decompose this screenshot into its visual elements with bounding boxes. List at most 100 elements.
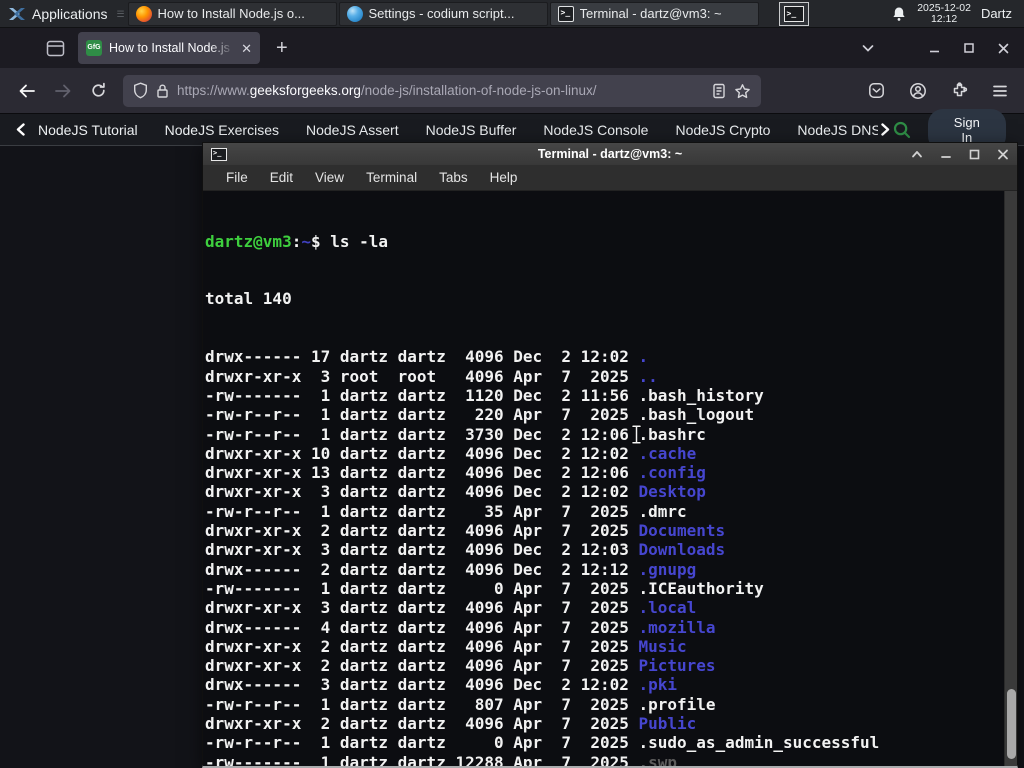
terminal-menu-terminal[interactable]: Terminal — [355, 170, 428, 185]
terminal-window: Terminal - dartz@vm3: ~ FileEditViewTerm… — [202, 142, 1018, 768]
terminal-title-bar[interactable]: Terminal - dartz@vm3: ~ — [203, 143, 1017, 165]
taskbar-window-button[interactable]: Settings - codium script... — [338, 1, 548, 26]
terminal-output[interactable]: dartz@vm3:~$ ls -la total 140 drwx------… — [203, 191, 1017, 766]
file-name: Public — [638, 714, 697, 734]
tracking-protection-shield-icon[interactable] — [133, 82, 148, 99]
typed-command: ls -la — [330, 231, 389, 251]
file-name: .pki — [638, 675, 678, 695]
terminal-menu-bar: File Edit View Terminal Tabs Help — [203, 165, 1017, 191]
url-path: /node-js/installation-of-node-js-on-linu… — [360, 83, 597, 98]
panel-separator-handle: ☰ — [116, 8, 125, 19]
subnav-item[interactable]: NodeJS Exercises — [165, 122, 279, 138]
list-all-tabs-icon[interactable] — [860, 40, 876, 56]
tab-strip-controls — [860, 40, 1024, 56]
terminal-icon — [557, 5, 574, 22]
clock-date: 2025-12-02 — [917, 1, 971, 14]
subnav-item[interactable]: NodeJS Assert — [306, 122, 399, 138]
subnav-item[interactable]: NodeJS Console — [543, 122, 648, 138]
toolbar-extension-area — [868, 82, 1024, 100]
terminal-scrollbar-thumb[interactable] — [1007, 689, 1016, 759]
close-window-icon[interactable] — [997, 149, 1009, 160]
file-name: .bash_history — [638, 385, 764, 405]
nav-scroll-left-icon[interactable] — [14, 122, 28, 137]
file-listing-row: -rw-r--r-- 1 dartz dartz 35 Apr 7 2025 .… — [205, 501, 687, 521]
reload-icon[interactable] — [90, 82, 107, 99]
file-name: .swp — [638, 752, 678, 766]
notification-bell-icon[interactable] — [891, 6, 907, 22]
firefox-view-icon[interactable] — [46, 40, 65, 57]
file-listing-row: drwx------ 17 dartz dartz 4096 Dec 2 12:… — [205, 347, 649, 367]
mouse-ibeam-cursor — [630, 424, 643, 445]
file-listing-row: drwxr-xr-x 2 dartz dartz 4096 Apr 7 2025… — [205, 714, 697, 734]
shade-window-icon[interactable] — [911, 149, 923, 159]
lock-icon[interactable] — [156, 83, 169, 99]
codium-icon — [346, 5, 363, 22]
subnav-item[interactable]: NodeJS Buffer — [426, 122, 517, 138]
bookmark-star-icon[interactable] — [734, 83, 751, 99]
terminal-total-line: total 140 — [205, 289, 292, 309]
firefox-tab-strip: GfG How to Install Node.js on ✕ + — [0, 28, 1024, 68]
window-minimize-icon[interactable] — [928, 42, 941, 55]
account-icon[interactable] — [909, 82, 927, 100]
new-tab-button[interactable]: + — [276, 37, 288, 60]
tray-terminal-icon[interactable] — [778, 1, 809, 26]
panel-clock[interactable]: 2025-12-02 12:12 — [917, 1, 971, 25]
taskbar-window-button[interactable]: Terminal - dartz@vm3: ~ — [549, 1, 759, 26]
pocket-icon[interactable] — [868, 82, 885, 99]
window-close-icon[interactable] — [997, 42, 1010, 55]
file-name: .sudo_as_admin_successful — [638, 733, 880, 753]
file-listing-row: -rw------- 1 dartz dartz 1120 Dec 2 11:5… — [205, 385, 764, 405]
terminal-menu-help[interactable]: Help — [479, 170, 529, 185]
file-name: Music — [638, 636, 687, 656]
file-listing-row: -rw-r--r-- 1 dartz dartz 0 Apr 7 2025 .s… — [205, 733, 880, 753]
file-name: .bash_logout — [638, 405, 755, 425]
desktop: Applications ☰ How to Install Node.js o.… — [0, 0, 1024, 768]
file-name: .profile — [638, 694, 716, 714]
subnav-items: NodeJS Tutorial NodeJS Exercises NodeJS As… — [38, 122, 878, 138]
logged-in-user-label[interactable]: Dartz — [981, 6, 1016, 21]
terminal-window-icon — [211, 147, 227, 161]
file-listing-row: drwxr-xr-x 2 dartz dartz 4096 Apr 7 2025… — [205, 656, 716, 676]
maximize-window-icon[interactable] — [969, 149, 980, 160]
terminal-prompt-line: dartz@vm3:~$ ls -la — [205, 232, 1017, 251]
terminal-menu-view[interactable]: View — [304, 170, 355, 185]
hamburger-menu-icon[interactable] — [992, 84, 1008, 98]
file-name: . — [638, 347, 649, 367]
file-name: Pictures — [638, 656, 716, 676]
taskbar-window-label: Settings - codium script... — [368, 6, 515, 21]
subnav-item[interactable]: NodeJS Tutorial — [38, 122, 138, 138]
file-name: .. — [638, 366, 658, 386]
forward-icon[interactable] — [54, 83, 72, 99]
file-listing-row: drwxr-xr-x 3 dartz dartz 4096 Dec 2 12:0… — [205, 540, 726, 560]
subnav-item[interactable]: NodeJS Crypto — [675, 122, 770, 138]
terminal-menu-file[interactable]: File — [215, 170, 259, 185]
url-bar[interactable]: https://www.geeksforgeeks.org/node-js/in… — [123, 74, 761, 107]
taskbar-window-button[interactable]: How to Install Node.js o... — [127, 1, 337, 26]
reader-mode-icon[interactable] — [712, 83, 726, 99]
browser-tab-active[interactable]: GfG How to Install Node.js on ✕ — [78, 32, 260, 64]
search-icon[interactable] — [892, 120, 912, 140]
terminal-scrollbar[interactable] — [1004, 191, 1017, 766]
file-name: .config — [638, 463, 706, 483]
file-listing-row: drwxr-xr-x 3 dartz dartz 4096 Apr 7 2025… — [205, 598, 697, 618]
window-taskbar: How to Install Node.js o... Settings - co… — [127, 0, 761, 27]
file-listing-row: drwx------ 4 dartz dartz 4096 Apr 7 2025… — [205, 617, 716, 637]
file-name: .cache — [638, 443, 697, 463]
file-name: .dmrc — [638, 501, 687, 521]
minimize-window-icon[interactable] — [940, 149, 952, 159]
xfce-top-panel: Applications ☰ How to Install Node.js o.… — [0, 0, 1024, 28]
terminal-window-buttons — [911, 149, 1009, 160]
window-maximize-icon[interactable] — [963, 42, 975, 54]
terminal-menu-tabs[interactable]: Tabs — [428, 170, 479, 185]
terminal-window-title: Terminal - dartz@vm3: ~ — [537, 147, 683, 161]
terminal-menu-edit[interactable]: Edit — [259, 170, 304, 185]
tab-close-icon[interactable]: ✕ — [241, 42, 252, 55]
file-listing-row: -rw-r--r-- 1 dartz dartz 3730 Dec 2 12:0… — [205, 424, 706, 444]
extensions-puzzle-icon[interactable] — [951, 82, 968, 99]
url-host: geeksforgeeks.org — [249, 83, 361, 98]
prompt-separator: : — [291, 231, 302, 251]
subnav-item[interactable]: NodeJS DNS — [797, 122, 877, 138]
back-icon[interactable] — [18, 83, 36, 99]
applications-menu-button[interactable]: Applications — [0, 0, 116, 27]
nav-scroll-right-icon[interactable] — [878, 122, 892, 137]
